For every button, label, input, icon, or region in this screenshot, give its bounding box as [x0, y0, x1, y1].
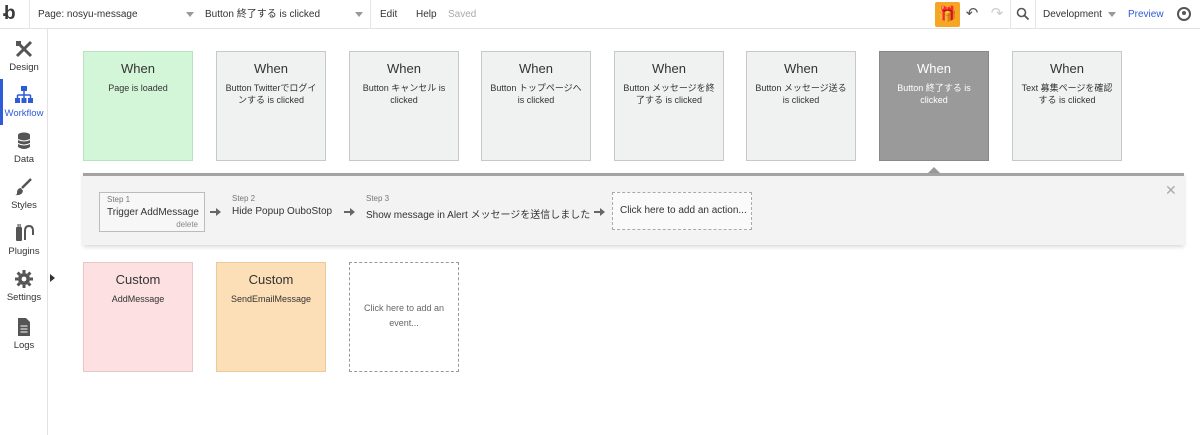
- action-step-3[interactable]: Step 3 Show message in Alert メッセージを送信しまし…: [366, 192, 590, 232]
- help-menu[interactable]: Help: [416, 0, 437, 29]
- event-card-recruit-page[interactable]: When Text 募集ページを確認する is clicked: [1012, 51, 1122, 161]
- sidebar-item-label: Styles: [11, 200, 37, 211]
- sidebar-item-label: Logs: [13, 340, 35, 351]
- event-card-label: Button 終了する is clicked: [897, 83, 971, 105]
- event-card-send-message[interactable]: When Button メッセージ送る is clicked: [746, 51, 856, 161]
- redo-icon[interactable]: ↷: [987, 4, 1007, 24]
- event-card-title: When: [121, 61, 155, 76]
- sidebar-item-label: Workflow: [4, 108, 44, 119]
- event-card-label: Button メッセージ送る is clicked: [755, 83, 847, 105]
- divider: [29, 0, 30, 29]
- event-card-label: Button メッセージを終了する is clicked: [623, 83, 715, 105]
- event-card-twitter-login[interactable]: When Button Twitterでログインする is clicked: [216, 51, 326, 161]
- document-icon: [18, 318, 30, 336]
- step-name: Hide Popup OuboStop: [232, 206, 333, 217]
- design-tools-icon: [15, 40, 33, 58]
- user-account-icon[interactable]: [1177, 7, 1191, 21]
- bubble-logo[interactable]: b: [2, 0, 24, 24]
- delete-step-link[interactable]: delete: [176, 220, 198, 229]
- event-card-end-message[interactable]: When Button メッセージを終了する is clicked: [614, 51, 724, 161]
- event-card-label: SendEmailMessage: [230, 294, 312, 304]
- environment-label: Development: [1043, 9, 1102, 20]
- event-card-title: When: [1050, 61, 1084, 76]
- event-select[interactable]: Button 終了する is clicked: [205, 0, 365, 29]
- save-status: Saved: [448, 9, 477, 20]
- step-number: Step 1: [107, 195, 131, 204]
- sidebar-item-label: Design: [9, 62, 39, 73]
- step-name: Trigger AddMessage: [107, 207, 199, 218]
- database-icon: [17, 132, 31, 149]
- environment-select[interactable]: Development: [1043, 0, 1118, 29]
- event-card-label: Button キャンセル is clicked: [362, 83, 446, 105]
- custom-event-add-message[interactable]: Custom AddMessage: [83, 262, 193, 372]
- step-number: Step 3: [366, 194, 390, 203]
- left-sidebar: Design Workflow Data Styles Plugins Sett…: [0, 29, 48, 435]
- divider: [1010, 0, 1011, 29]
- chevron-down-icon: [355, 12, 363, 17]
- event-card-top-page[interactable]: When Button トップページへ is clicked: [481, 51, 591, 161]
- event-card-title: When: [387, 61, 421, 76]
- event-card-cancel[interactable]: When Button キャンセル is clicked: [349, 51, 459, 161]
- search-icon[interactable]: [1013, 4, 1033, 24]
- event-card-title: Custom: [248, 272, 294, 287]
- workflow-icon: [15, 86, 33, 103]
- gift-icon[interactable]: 🎁: [935, 2, 960, 27]
- edit-menu[interactable]: Edit: [380, 0, 397, 29]
- sidebar-item-label: Data: [13, 154, 35, 165]
- event-card-title: When: [652, 61, 686, 76]
- event-card-finish-selected[interactable]: When Button 終了する is clicked: [879, 51, 989, 161]
- sidebar-item-data[interactable]: Data: [0, 125, 48, 171]
- event-card-page-loaded[interactable]: When Page is loaded: [83, 51, 193, 161]
- page-select-label: Page: nosyu-message: [38, 9, 138, 20]
- divider: [370, 0, 371, 29]
- event-card-label: Page is loaded: [108, 83, 168, 93]
- event-card-label: Button トップページへ is clicked: [490, 83, 582, 105]
- arrow-right-icon: [594, 207, 606, 217]
- top-bar: b Page: nosyu-message Button 終了する is cli…: [0, 0, 1200, 29]
- sidebar-item-settings[interactable]: Settings: [0, 263, 48, 309]
- sidebar-item-label: Plugins: [8, 246, 40, 257]
- preview-link[interactable]: Preview: [1128, 0, 1164, 29]
- undo-icon[interactable]: ↶: [962, 4, 982, 24]
- event-card-label: Text 募集ページを確認する is clicked: [1021, 83, 1113, 105]
- page-select[interactable]: Page: nosyu-message: [38, 0, 196, 29]
- step-number: Step 2: [232, 194, 256, 203]
- gear-icon: [15, 270, 33, 288]
- event-card-title: When: [917, 61, 951, 76]
- divider: [1035, 0, 1036, 29]
- event-card-title: When: [519, 61, 553, 76]
- step-name: Show message in Alert メッセージを送信しました: [366, 210, 591, 221]
- sidebar-item-workflow[interactable]: Workflow: [0, 79, 48, 125]
- sidebar-item-styles[interactable]: Styles: [0, 171, 48, 217]
- arrow-right-icon: [210, 207, 222, 217]
- event-card-title: When: [254, 61, 288, 76]
- custom-event-send-email[interactable]: Custom SendEmailMessage: [216, 262, 326, 372]
- action-step-2[interactable]: Step 2 Hide Popup OuboStop: [232, 192, 342, 232]
- workflow-actions-panel: ✕ Step 1 Trigger AddMessage delete Step …: [83, 173, 1184, 245]
- expand-sidebar-icon[interactable]: [50, 274, 55, 282]
- add-event-label: Click here to add an event...: [363, 303, 445, 328]
- event-card-title: When: [784, 61, 818, 76]
- plugin-icon: [16, 224, 34, 241]
- action-step-1[interactable]: Step 1 Trigger AddMessage delete: [99, 192, 205, 232]
- sidebar-item-design[interactable]: Design: [0, 33, 48, 79]
- add-action-button[interactable]: Click here to add an action...: [612, 192, 752, 230]
- arrow-right-icon: [344, 207, 356, 217]
- event-card-label: Button Twitterでログインする is clicked: [225, 83, 317, 105]
- add-event-button[interactable]: Click here to add an event...: [349, 262, 459, 372]
- chevron-down-icon: [186, 12, 194, 17]
- brush-icon: [15, 178, 32, 196]
- sidebar-item-plugins[interactable]: Plugins: [0, 217, 48, 263]
- sidebar-item-logs[interactable]: Logs: [0, 311, 48, 357]
- close-icon[interactable]: ✕: [1165, 182, 1177, 199]
- event-card-label: AddMessage: [111, 294, 165, 304]
- chevron-down-icon: [1108, 12, 1116, 17]
- event-select-label: Button 終了する is clicked: [205, 9, 321, 20]
- event-card-title: Custom: [115, 272, 161, 287]
- sidebar-item-label: Settings: [6, 292, 42, 303]
